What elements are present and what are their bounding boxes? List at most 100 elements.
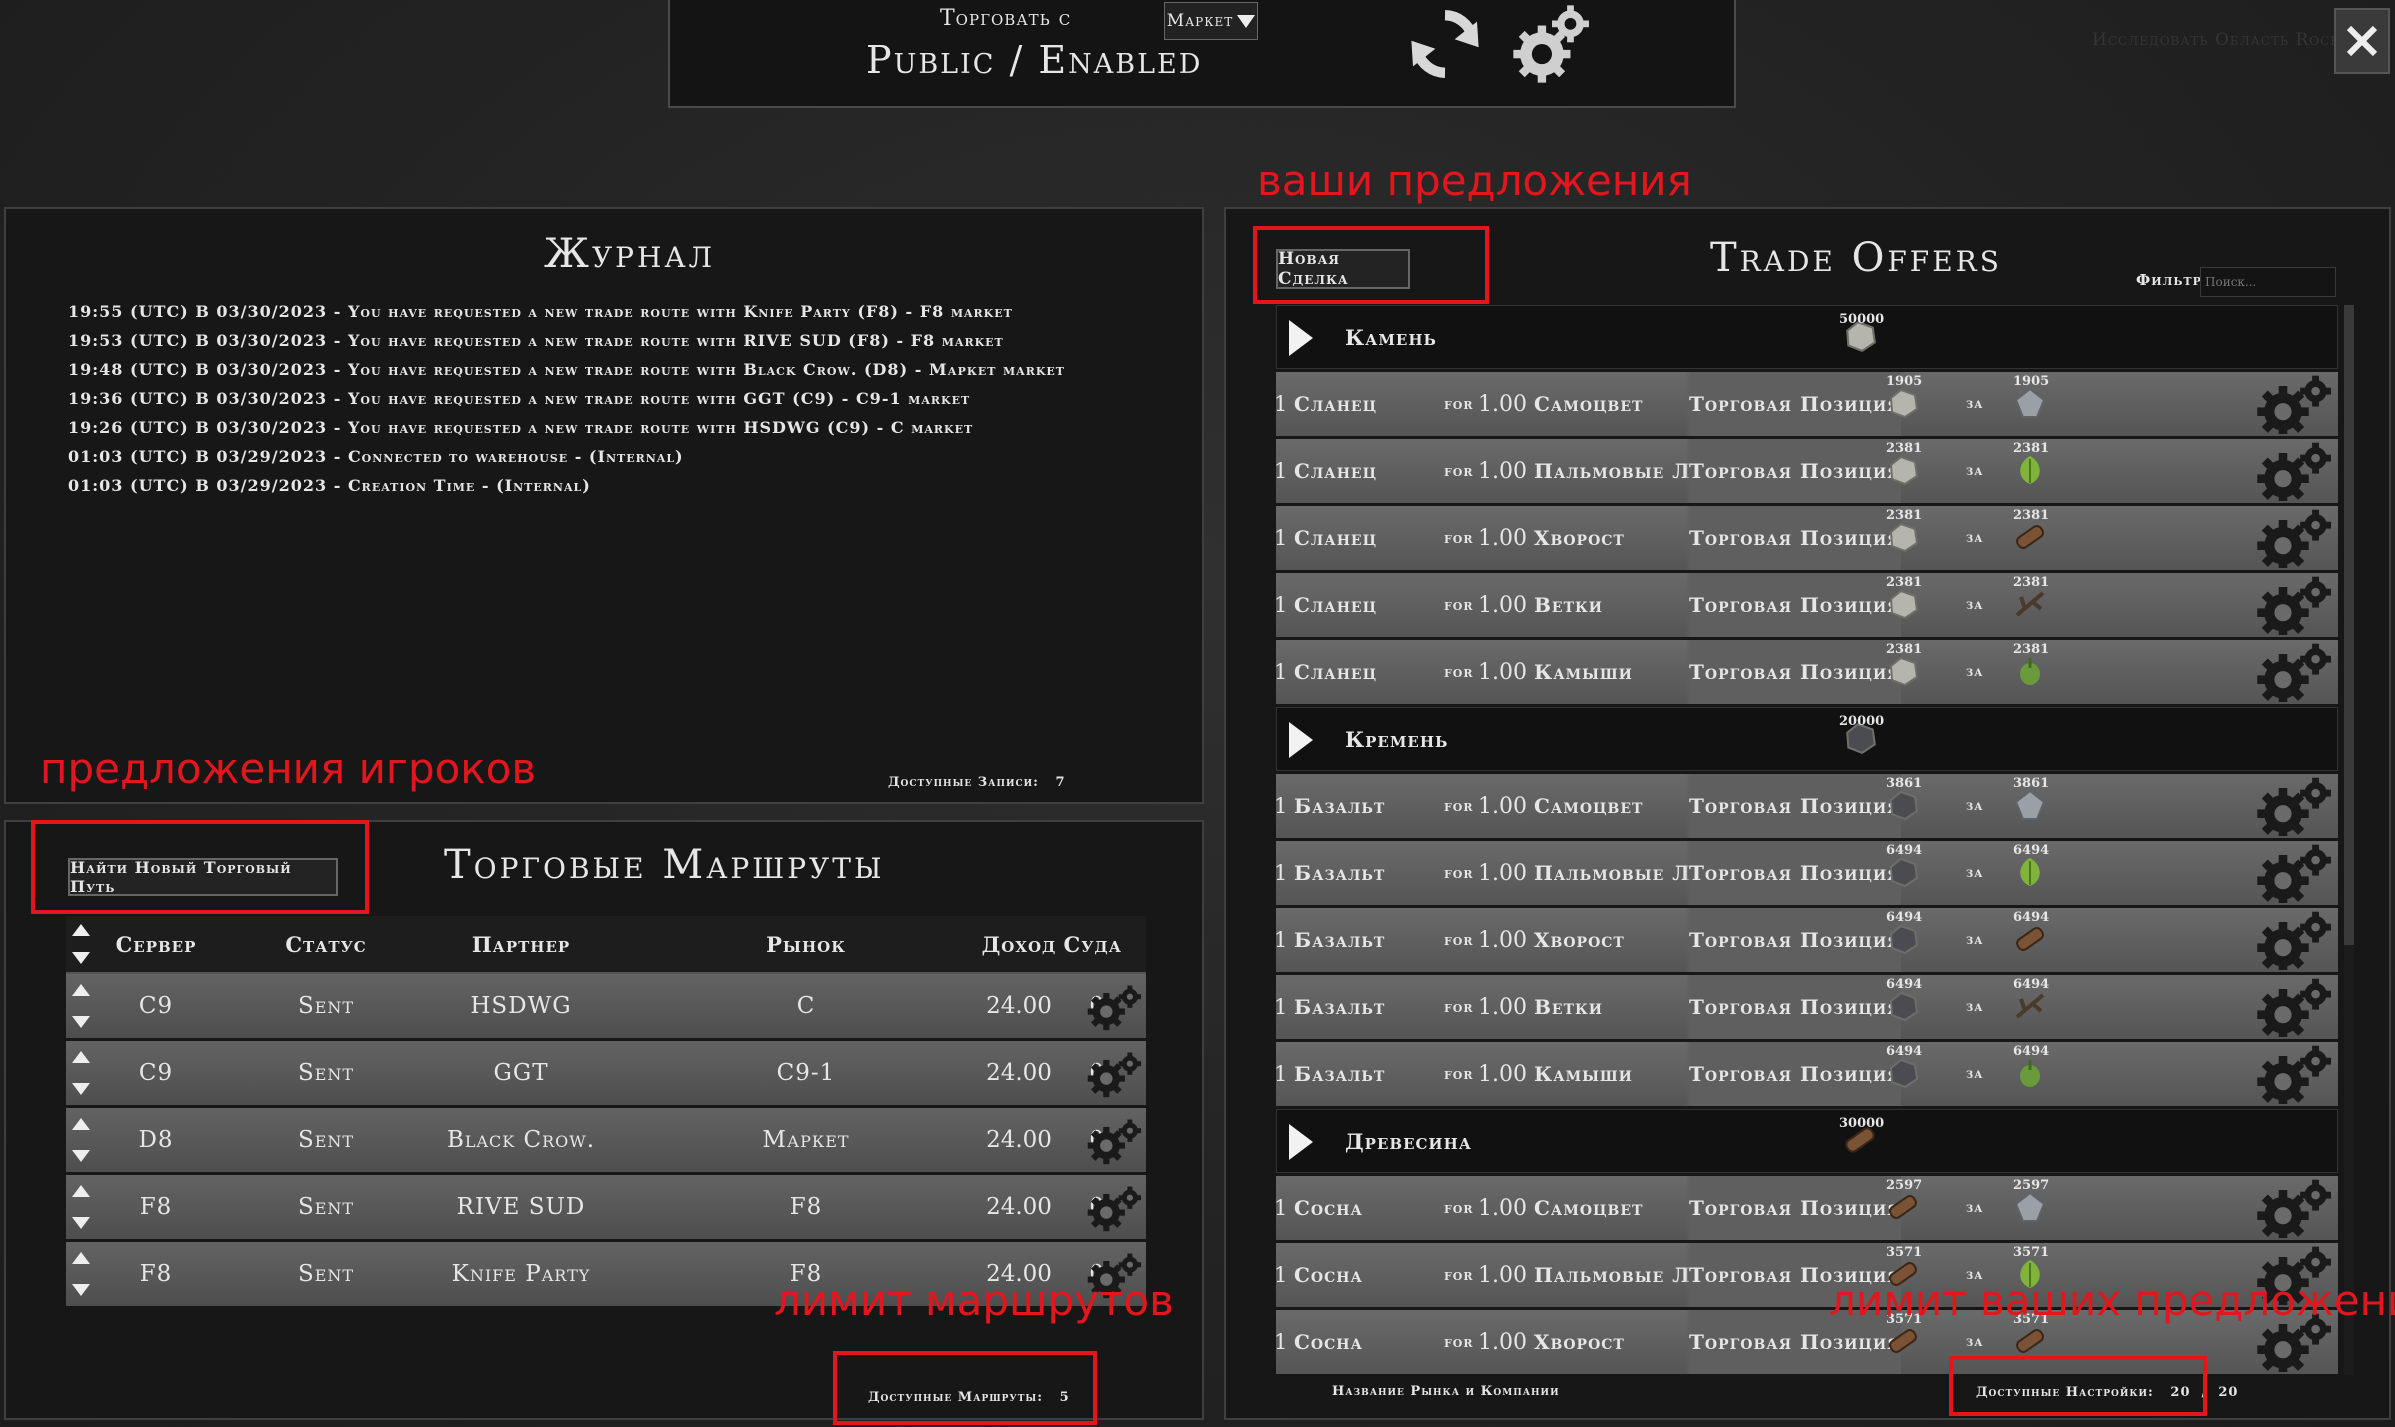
- offer-item-name: Сланец: [1294, 660, 1378, 684]
- offer-position-label: Торговая Позиция: [1685, 841, 1901, 905]
- offer-quantity: 1: [1276, 794, 1288, 818]
- close-button[interactable]: [2334, 8, 2390, 74]
- expand-play-icon[interactable]: [1289, 722, 1313, 758]
- route-partner: Knife Party: [451, 1261, 591, 1287]
- route-market: C: [796, 993, 816, 1019]
- move-up-icon[interactable]: [72, 1252, 90, 1264]
- row-reorder-arrows[interactable]: [66, 1108, 96, 1172]
- offer-item-name: Сосна: [1294, 1196, 1363, 1220]
- route-row[interactable]: D8SentBlack Crow.Маркет24.000: [66, 1108, 1146, 1172]
- offer-quantity: 1: [1276, 928, 1288, 952]
- refresh-icon[interactable]: [1402, 4, 1488, 84]
- route-row[interactable]: C9SentGGTC9-124.000: [66, 1041, 1146, 1105]
- route-server: F8: [139, 1194, 173, 1220]
- expand-play-icon[interactable]: [1289, 320, 1313, 356]
- move-down-icon[interactable]: [72, 1016, 90, 1028]
- route-settings-gear-icon[interactable]: [1084, 1043, 1146, 1103]
- offer-settings-gear-icon[interactable]: [2252, 1178, 2338, 1238]
- route-status: Sent: [297, 1194, 355, 1220]
- row-reorder-arrows[interactable]: [66, 1041, 96, 1105]
- offer-settings-gear-icon[interactable]: [2252, 374, 2338, 434]
- stone-icon: [1889, 522, 1919, 553]
- header-market[interactable]: Рынок: [666, 916, 946, 972]
- route-partner: HSDWG: [470, 993, 572, 1019]
- offer-get-qty: 1905: [2013, 374, 2050, 389]
- sort-down-icon[interactable]: [72, 952, 90, 964]
- offer-amount: 1.00: [1478, 994, 1527, 1020]
- market-company-label: Название Рынка и Компании: [1332, 1384, 1560, 1399]
- journal-entry: 19:36 (UTC) В 03/30/2023 - You have requ…: [68, 389, 971, 408]
- journal-entry: 01:03 (UTC) В 03/29/2023 - Creation Time…: [68, 476, 591, 495]
- move-down-icon[interactable]: [72, 1083, 90, 1095]
- offer-settings-gear-icon[interactable]: [2252, 508, 2338, 568]
- route-settings-gear-icon[interactable]: [1084, 1110, 1146, 1170]
- offer-settings-gear-icon[interactable]: [2252, 977, 2338, 1037]
- trade-offer-row[interactable]: 1 Базальт for 1.00 Камыши Торговая Позиция 649…: [1276, 1042, 2338, 1106]
- offer-settings-gear-icon[interactable]: [2252, 776, 2338, 836]
- settings-gear-icon[interactable]: [1506, 2, 1598, 86]
- move-down-icon[interactable]: [72, 1150, 90, 1162]
- offer-give-qty: 2597: [1886, 1178, 1923, 1193]
- filter-input[interactable]: [2200, 267, 2336, 297]
- sort-up-icon[interactable]: [72, 924, 90, 936]
- row-reorder-arrows[interactable]: [66, 974, 96, 1038]
- visibility-status[interactable]: Public / Enabled: [866, 38, 1202, 82]
- route-partner: RIVE SUD: [456, 1194, 586, 1220]
- header-status[interactable]: Статус: [266, 916, 386, 972]
- offers-scroll-thumb[interactable]: [2344, 305, 2354, 945]
- expand-play-icon[interactable]: [1289, 1124, 1313, 1160]
- offer-settings-gear-icon[interactable]: [2252, 642, 2338, 702]
- trade-offer-row[interactable]: 1 Сланец for 1.00 Хворост Торговая Позиция 238…: [1276, 506, 2338, 570]
- route-row[interactable]: F8SentRIVE SUDF824.000: [66, 1175, 1146, 1239]
- header-ships[interactable]: Суда: [1042, 916, 1152, 972]
- market-dropdown[interactable]: Маркет: [1164, 2, 1258, 40]
- trade-offer-row[interactable]: 1 Сосна for 1.00 Самоцвет Торговая Позиция 259…: [1276, 1176, 2338, 1240]
- leaf-icon: [2020, 858, 2040, 886]
- route-market: Маркет: [762, 1127, 850, 1153]
- wood-icon: [1889, 1195, 1917, 1219]
- offers-scrollbar[interactable]: [2344, 305, 2354, 1375]
- trade-offer-row[interactable]: 1 Базальт for 1.00 Ветки Торговая Позиция 6494…: [1276, 975, 2338, 1039]
- offer-category-row[interactable]: Кремень 20000: [1276, 707, 2338, 771]
- offer-for-label: for: [1444, 529, 1474, 547]
- move-up-icon[interactable]: [72, 984, 90, 996]
- trade-offer-row[interactable]: 1 Сланец for 1.00 Ветки Торговая Позиция 2381 з…: [1276, 573, 2338, 637]
- move-up-icon[interactable]: [72, 1118, 90, 1130]
- offer-item-name: Базальт: [1294, 995, 1386, 1019]
- trade-offer-row[interactable]: 1 Сланец for 1.00 Камыши Торговая Позиция 2381…: [1276, 640, 2338, 704]
- offer-settings-gear-icon[interactable]: [2252, 910, 2338, 970]
- route-settings-gear-icon[interactable]: [1084, 1177, 1146, 1237]
- move-up-icon[interactable]: [72, 1051, 90, 1063]
- row-reorder-arrows[interactable]: [66, 1175, 96, 1239]
- header-server[interactable]: Сервер: [96, 916, 216, 972]
- annotation-box-settings-count: [1949, 1356, 2207, 1416]
- route-partner: Black Crow.: [446, 1127, 596, 1153]
- offer-settings-gear-icon[interactable]: [2252, 441, 2338, 501]
- offer-settings-gear-icon[interactable]: [2252, 843, 2338, 903]
- offer-za-label: за: [1966, 932, 1984, 948]
- move-down-icon[interactable]: [72, 1284, 90, 1296]
- offer-for-label: for: [1444, 1333, 1474, 1351]
- route-row[interactable]: C9SentHSDWGC24.000: [66, 974, 1146, 1038]
- offer-category-row[interactable]: Камень 50000: [1276, 305, 2338, 369]
- offer-settings-gear-icon[interactable]: [2252, 1044, 2338, 1104]
- offer-amount: 1.00: [1478, 860, 1527, 886]
- trade-offer-row[interactable]: 1 Базальт for 1.00 Хворост Торговая Позиция 64…: [1276, 908, 2338, 972]
- move-down-icon[interactable]: [72, 1217, 90, 1229]
- move-up-icon[interactable]: [72, 1185, 90, 1197]
- route-status: Sent: [297, 993, 355, 1019]
- trade-offer-row[interactable]: 1 Сланец for 1.00 Самоцвет Торговая Позиция 19…: [1276, 372, 2338, 436]
- reed-icon: [2020, 658, 2040, 685]
- journal-entry: 19:55 (UTC) В 03/30/2023 - You have requ…: [68, 302, 1013, 321]
- sort-arrows[interactable]: [66, 916, 96, 972]
- trade-offer-row[interactable]: 1 Сланец for 1.00 Пальмовые Листья Торговая П…: [1276, 439, 2338, 503]
- trade-offer-row[interactable]: 1 Базальт for 1.00 Пальмовые Листья Торговая …: [1276, 841, 2338, 905]
- offer-get-qty: 2381: [2013, 508, 2050, 523]
- route-settings-gear-icon[interactable]: [1084, 976, 1146, 1036]
- row-reorder-arrows[interactable]: [66, 1242, 96, 1306]
- offer-get-qty: 3861: [2013, 776, 2050, 791]
- header-partner[interactable]: Партнер: [386, 916, 656, 972]
- offer-category-row[interactable]: Древесина 30000: [1276, 1109, 2338, 1173]
- offer-settings-gear-icon[interactable]: [2252, 575, 2338, 635]
- trade-offer-row[interactable]: 1 Базальт for 1.00 Самоцвет Торговая Позиция 3…: [1276, 774, 2338, 838]
